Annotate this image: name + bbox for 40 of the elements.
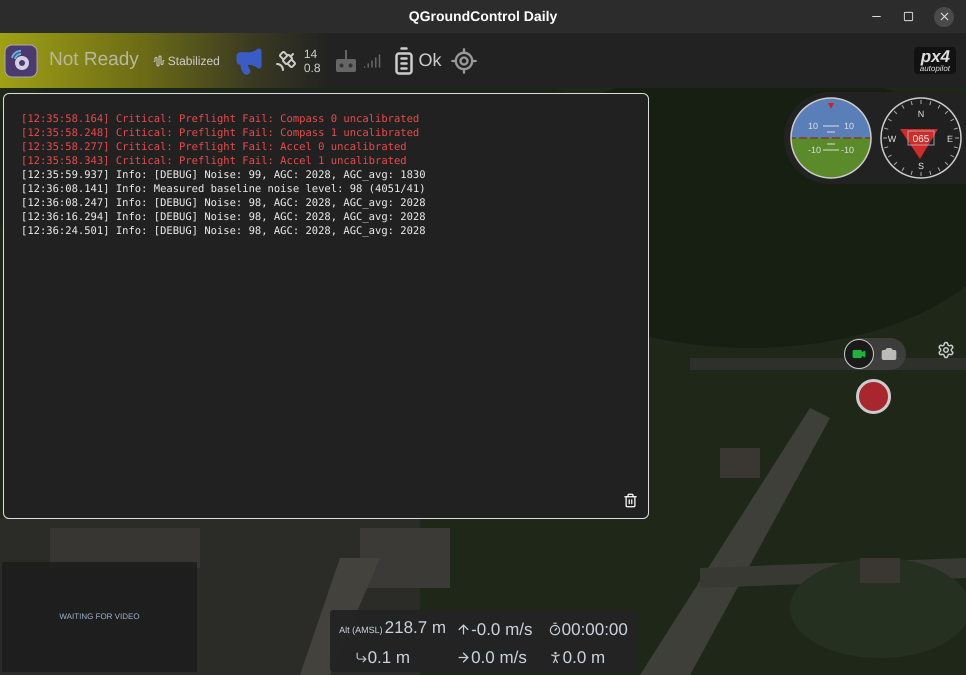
close-button[interactable] [934,6,954,26]
satellite-icon[interactable] [274,48,298,72]
hdop-value: 0.8 [304,60,320,74]
timer-icon [548,622,562,636]
flight-time-value: 00:00:00 [562,618,628,640]
log-message: [12:35:58.277] Critical: Preflight Fail: Accel 0 uncalibrated [21,140,408,154]
window-title: QGroundControl Daily [408,7,558,26]
altitude-label: Alt (AMSL) [339,624,383,637]
log-message: [12:36:24.501] Info: [DEBUG] Noise: 98, AGC: 2028, AGC_avg: 2028 [21,224,427,238]
compass-drawing: N E S W 065 [878,95,964,181]
video-mode-button[interactable] [844,339,874,369]
vertical-speed-value: -0.0 m/s [471,618,532,640]
log-message: [12:35:58.248] Critical: Preflight Fail: Compass 1 uncalibrated [21,126,420,140]
log-message: [12:36:16.294] Info: [DEBUG] Noise: 98, AGC: 2028, AGC_avg: 2028 [21,210,427,224]
log-message: [12:35:58.164] Critical: Preflight Fail: Compass 0 uncalibrated [21,112,420,126]
waveform-icon [152,54,165,66]
home-distance-value: 0.1 m [368,647,410,669]
altitude-value: 218.7 m [384,617,446,639]
log-message: [12:35:59.937] Info: [DEBUG] Noise: 99, AGC: 2028, AGC_avg: 1830 [21,168,427,182]
settings-icon[interactable] [937,341,955,359]
log-message: [12:36:08.247] Info: [DEBUG] Noise: 98, AGC: 2028, AGC_avg: 2028 [21,196,427,210]
flight-mode-label[interactable]: Stabilized [168,52,220,70]
maximize-icon[interactable] [903,11,914,22]
video-status: WAITING FOR VIDEO [59,611,140,623]
signal-icon [362,52,380,70]
log-message: [12:35:58.343] Critical: Preflight Fail: Accel 1 uncalibrated [21,154,408,168]
logo-text: px4 [920,48,950,65]
attitude-indicator-drawing: 10 10 -10 -10 [788,95,874,181]
video-camera-icon [852,347,866,361]
log-message: [12:36:08.141] Info: Measured baseline noise level: 98 (4051/41) [21,182,427,196]
close-icon [938,10,950,23]
app-logo-icon[interactable] [4,44,38,78]
satellite-count: 14 [304,46,318,60]
delete-icon[interactable] [623,493,638,508]
remote-controller-icon[interactable] [334,48,356,74]
battery-status: Ok [418,49,442,72]
camera-icon [881,346,897,362]
logo-subtext: autopilot [920,65,950,73]
distance-value: 0.0 m [562,647,606,669]
ground-speed-value: 0.0 m/s [471,647,527,669]
